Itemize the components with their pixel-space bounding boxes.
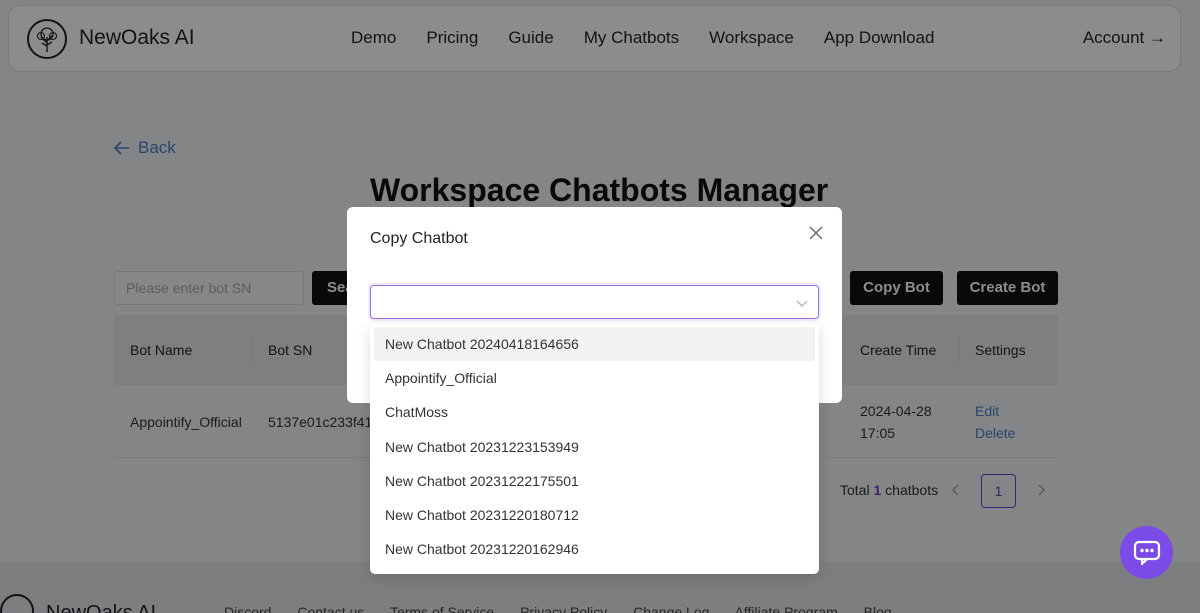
select-option[interactable]: Appointify_Official — [374, 361, 815, 395]
chevron-down-icon — [796, 296, 808, 314]
select-option[interactable]: New Chatbot 20231222175501 — [374, 464, 815, 498]
select-option[interactable]: New Chatbot 20231223153949 — [374, 430, 815, 464]
chatbot-select-dropdown: New Chatbot 20240418164656 Appointify_Of… — [370, 324, 819, 574]
close-icon[interactable] — [808, 225, 824, 241]
chatbot-select[interactable] — [370, 285, 819, 319]
modal-title: Copy Chatbot — [370, 230, 468, 247]
chat-bubble-icon — [1133, 540, 1160, 565]
select-option[interactable]: New Chatbot 20231220162946 — [374, 532, 815, 566]
select-option[interactable]: ChatMoss — [374, 395, 815, 429]
chat-widget-button[interactable] — [1120, 526, 1173, 579]
select-option[interactable]: New Chatbot 20231220180712 — [374, 498, 815, 532]
select-option[interactable]: New Chatbot 20240418164656 — [374, 327, 815, 362]
